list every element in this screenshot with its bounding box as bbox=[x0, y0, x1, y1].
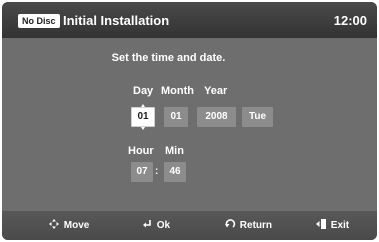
hour-value: 07 bbox=[136, 166, 148, 177]
ok-label: Ok bbox=[156, 220, 171, 231]
return-label: Return bbox=[239, 220, 273, 231]
setup-screen: No Disc Initial Installation 12:00 Set t… bbox=[2, 2, 377, 240]
setup-panel: Set the time and date. Day Month Year 01… bbox=[2, 38, 377, 211]
weekday-value: Tue bbox=[248, 111, 267, 122]
min-field[interactable]: 46 bbox=[164, 162, 186, 182]
hour-field[interactable]: 07 bbox=[131, 162, 153, 182]
setup-prompt: Set the time and date. bbox=[111, 52, 226, 64]
clock: 12:00 bbox=[333, 13, 367, 28]
day-value: 01 bbox=[137, 111, 149, 122]
exit-label: Exit bbox=[330, 220, 350, 231]
enter-icon bbox=[141, 218, 153, 230]
disc-status-badge: No Disc bbox=[18, 14, 60, 28]
move-arrows-icon bbox=[48, 218, 60, 230]
decrease-arrow-icon[interactable] bbox=[141, 127, 145, 130]
hour-label: Hour bbox=[128, 145, 154, 157]
time-separator: : bbox=[155, 166, 159, 177]
exit-door-icon bbox=[315, 218, 327, 230]
ok-hint[interactable]: Ok bbox=[141, 218, 170, 234]
return-arrow-icon bbox=[224, 218, 236, 230]
increase-arrow-icon[interactable] bbox=[141, 104, 145, 107]
day-label: Day bbox=[133, 85, 154, 97]
move-hint[interactable]: Move bbox=[48, 218, 89, 234]
page-title: Initial Installation bbox=[63, 13, 170, 28]
title-bar: No Disc Initial Installation 12:00 bbox=[2, 2, 377, 38]
tv-frame: No Disc Initial Installation 12:00 Set t… bbox=[0, 0, 379, 242]
return-hint[interactable]: Return bbox=[224, 218, 272, 234]
min-value: 46 bbox=[169, 166, 181, 177]
year-field[interactable]: 2008 bbox=[197, 107, 236, 127]
move-label: Move bbox=[63, 220, 90, 231]
year-value: 2008 bbox=[205, 111, 228, 122]
day-field[interactable]: 01 bbox=[131, 104, 155, 130]
exit-hint[interactable]: Exit bbox=[315, 218, 349, 234]
month-value: 01 bbox=[170, 111, 182, 122]
min-label: Min bbox=[165, 145, 184, 157]
weekday-field: Tue bbox=[242, 107, 273, 127]
month-label: Month bbox=[161, 85, 194, 97]
button-guide-bar: Move Ok Return Exit bbox=[2, 211, 377, 240]
year-label: Year bbox=[204, 85, 228, 97]
month-field[interactable]: 01 bbox=[164, 107, 188, 127]
